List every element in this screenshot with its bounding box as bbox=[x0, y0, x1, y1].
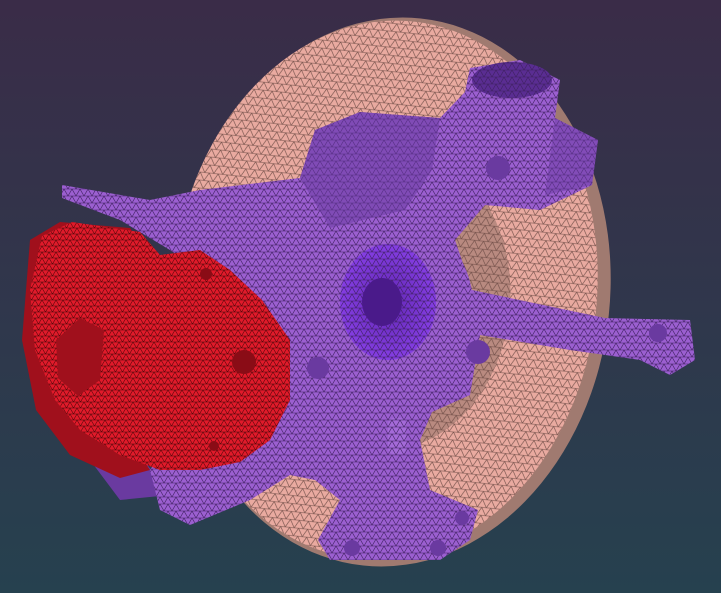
3d-viewport[interactable] bbox=[0, 0, 721, 593]
guide-pin-hole bbox=[200, 268, 212, 280]
mesh-render[interactable] bbox=[0, 0, 721, 593]
mount-hole bbox=[344, 540, 360, 556]
mount-hole bbox=[649, 324, 667, 342]
caliper-bleed-hole bbox=[232, 350, 256, 374]
guide-pin-hole bbox=[209, 441, 219, 451]
mount-hole bbox=[455, 511, 469, 525]
mount-hole bbox=[430, 540, 446, 556]
mount-hole bbox=[307, 357, 329, 379]
hub-bore bbox=[362, 278, 402, 326]
wheel-hub[interactable] bbox=[317, 220, 473, 390]
mount-hole bbox=[486, 156, 510, 180]
mount-hole bbox=[466, 340, 490, 364]
